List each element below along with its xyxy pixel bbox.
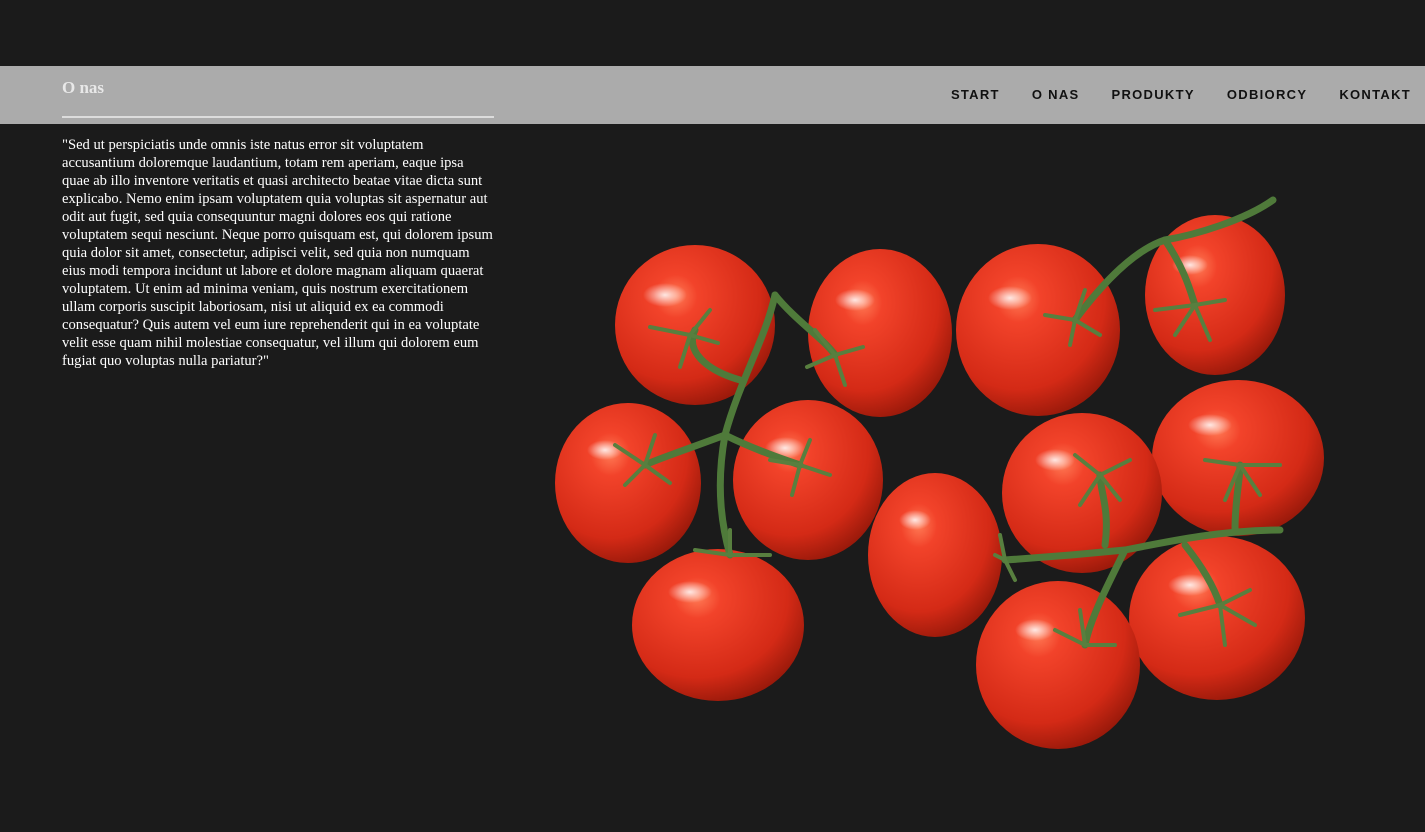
nav-item-odbiorcy[interactable]: ODBIORCY: [1227, 87, 1307, 102]
page-title: O nas: [62, 78, 105, 97]
nav-item-start[interactable]: START: [951, 87, 1000, 102]
tomatoes-image: [555, 196, 1324, 749]
tomato-cluster-left: [555, 245, 952, 701]
about-text: "Sed ut perspiciatis unde omnis iste nat…: [62, 137, 493, 369]
nav-item-kontakt[interactable]: KONTAKT: [1339, 87, 1411, 102]
title-underline: [62, 116, 494, 118]
nav-item-produkty[interactable]: PRODUKTY: [1111, 87, 1194, 102]
main-nav: START O NAS PRODUKTY ODBIORCY KONTAKT: [919, 87, 1411, 102]
nav-item-o-nas[interactable]: O NAS: [1032, 87, 1080, 102]
